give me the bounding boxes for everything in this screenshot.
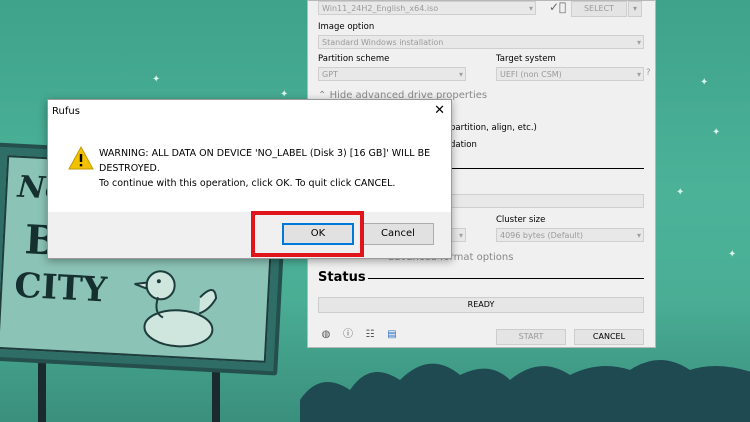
message-line: DESTROYED. — [99, 163, 160, 174]
log-icon[interactable]: ▤ — [386, 329, 398, 341]
duck-illustration — [134, 270, 218, 348]
info-icon[interactable]: ⓘ — [342, 329, 354, 341]
partial-option-text: partition, align, etc.) — [450, 123, 537, 133]
status-heading: Status — [318, 270, 366, 285]
iso-file-name: Win11_24H2_English_x64.iso — [322, 4, 439, 13]
help-icon[interactable]: ? — [646, 68, 651, 78]
image-option-value: Standard Windows installation — [322, 38, 444, 47]
cluster-size-select[interactable]: 4096 bytes (Default) ▾ — [496, 228, 644, 242]
dialog-title: Rufus — [52, 106, 80, 117]
target-system-value: UEFI (non CSM) — [500, 70, 562, 79]
sign-text-city: CITY — [13, 265, 108, 311]
chevron-down-icon: ▾ — [458, 70, 463, 79]
section-divider — [450, 168, 644, 169]
settings-sliders-icon[interactable]: ☷ — [364, 329, 376, 341]
select-button[interactable]: SELECT — [571, 1, 627, 17]
cluster-size-label: Cluster size — [496, 215, 546, 225]
message-line: WARNING: ALL DATA ON DEVICE 'NO_LABEL (D… — [99, 148, 431, 159]
cluster-size-value: 4096 bytes (Default) — [500, 231, 583, 240]
sparkle-icon: ✦ — [152, 74, 161, 85]
ok-highlight-box — [251, 211, 364, 257]
start-button[interactable]: START — [496, 329, 566, 345]
globe-icon[interactable]: ◍ — [320, 329, 332, 341]
warning-icon — [68, 146, 94, 170]
partition-scheme-select[interactable]: GPT ▾ — [318, 67, 466, 81]
section-divider — [368, 278, 644, 279]
sparkle-icon: ✦ — [700, 77, 709, 88]
cancel-button[interactable]: CANCEL — [574, 329, 644, 345]
dialog-body: WARNING: ALL DATA ON DEVICE 'NO_LABEL (D… — [48, 126, 451, 212]
warning-dialog: Rufus ✕ WARNING: ALL DATA ON DEVICE 'NO_… — [47, 99, 452, 259]
target-system-label: Target system — [496, 54, 556, 64]
sparkle-icon: ✦ — [712, 127, 721, 138]
partition-scheme-value: GPT — [322, 70, 338, 79]
boot-selection-field[interactable]: Win11_24H2_English_x64.iso ▾ — [318, 1, 536, 15]
chevron-down-icon: ▾ — [636, 38, 641, 47]
image-option-select[interactable]: Standard Windows installation ▾ — [318, 35, 644, 49]
check-circle-icon[interactable]: ✓⃝ — [549, 0, 566, 14]
chevron-down-icon: ▾ — [636, 231, 641, 240]
sparkle-icon: ✦ — [728, 249, 737, 260]
close-icon[interactable]: ✕ — [434, 104, 445, 118]
partial-option-text: dation — [450, 140, 477, 150]
target-system-select[interactable]: UEFI (non CSM) ▾ — [496, 67, 644, 81]
partition-scheme-label: Partition scheme — [318, 54, 390, 64]
dialog-cancel-button[interactable]: Cancel — [362, 223, 434, 245]
chevron-down-icon: ▾ — [636, 70, 641, 79]
chevron-down-icon: ▾ — [458, 231, 463, 240]
select-dropdown-button[interactable]: ▾ — [628, 1, 642, 17]
sparkle-icon: ✦ — [676, 187, 685, 198]
dialog-message: WARNING: ALL DATA ON DEVICE 'NO_LABEL (D… — [99, 146, 444, 191]
message-line: To continue with this operation, click O… — [99, 178, 396, 189]
dialog-title-bar: Rufus ✕ — [48, 100, 451, 126]
status-progress-bar: READY — [318, 297, 644, 313]
image-option-label: Image option — [318, 22, 375, 32]
file-system-select[interactable]: ▾ — [450, 228, 466, 242]
volume-label-field[interactable] — [450, 194, 644, 208]
chevron-down-icon: ▾ — [528, 4, 533, 13]
